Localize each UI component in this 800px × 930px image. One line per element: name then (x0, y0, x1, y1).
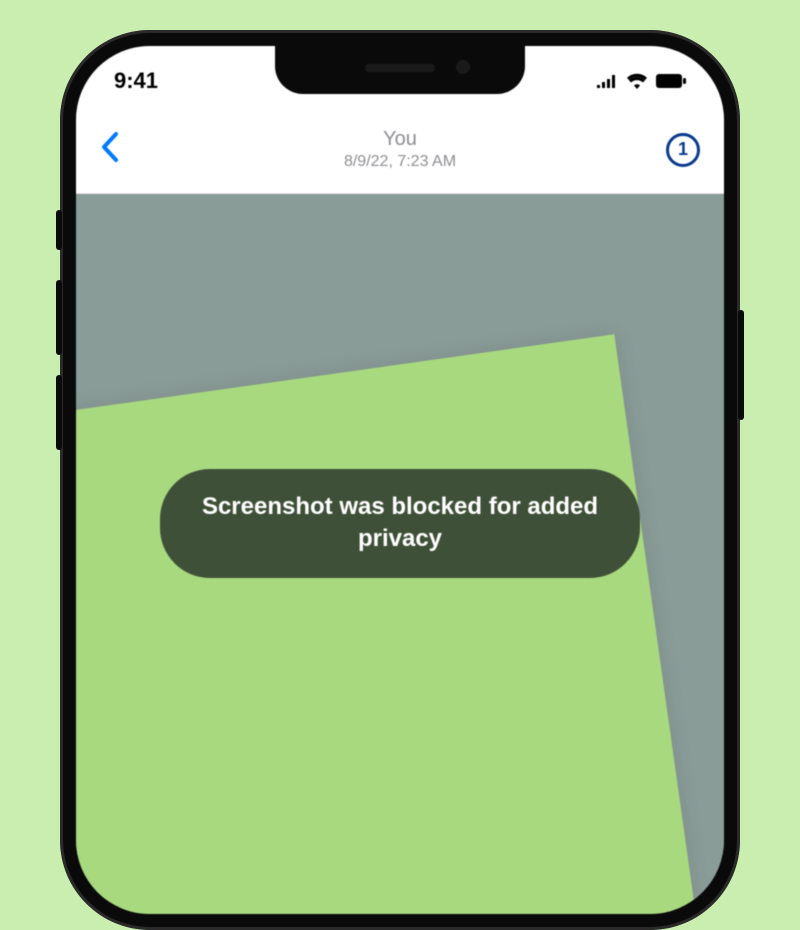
volume-up-button (56, 280, 62, 355)
back-button[interactable] (100, 131, 118, 169)
nav-timestamp: 8/9/22, 7:23 AM (344, 153, 456, 171)
privacy-toast: Screenshot was blocked for added privacy (160, 469, 640, 578)
volume-down-button (56, 375, 62, 450)
status-icons (596, 73, 686, 89)
wifi-icon (626, 73, 648, 89)
phone-screen: 9:41 You 8/9/22, 7:23 AM (76, 46, 724, 914)
cellular-signal-icon (596, 74, 618, 88)
badge-number: 1 (678, 139, 688, 160)
power-button (738, 310, 744, 420)
nav-title: You (344, 128, 456, 151)
battery-icon (656, 74, 686, 88)
toast-message: Screenshot was blocked for added privacy (202, 493, 598, 552)
nav-title-group[interactable]: You 8/9/22, 7:23 AM (344, 128, 456, 171)
status-time: 9:41 (114, 68, 158, 94)
phone-frame: 9:41 You 8/9/22, 7:23 AM (60, 30, 740, 930)
blocked-image-placeholder (76, 334, 712, 914)
navigation-bar: You 8/9/22, 7:23 AM 1 (76, 106, 724, 194)
phone-notch (275, 46, 525, 94)
silence-switch (56, 210, 62, 250)
view-count-badge-icon[interactable]: 1 (666, 133, 700, 167)
photo-content-area[interactable]: Screenshot was blocked for added privacy (76, 194, 724, 914)
